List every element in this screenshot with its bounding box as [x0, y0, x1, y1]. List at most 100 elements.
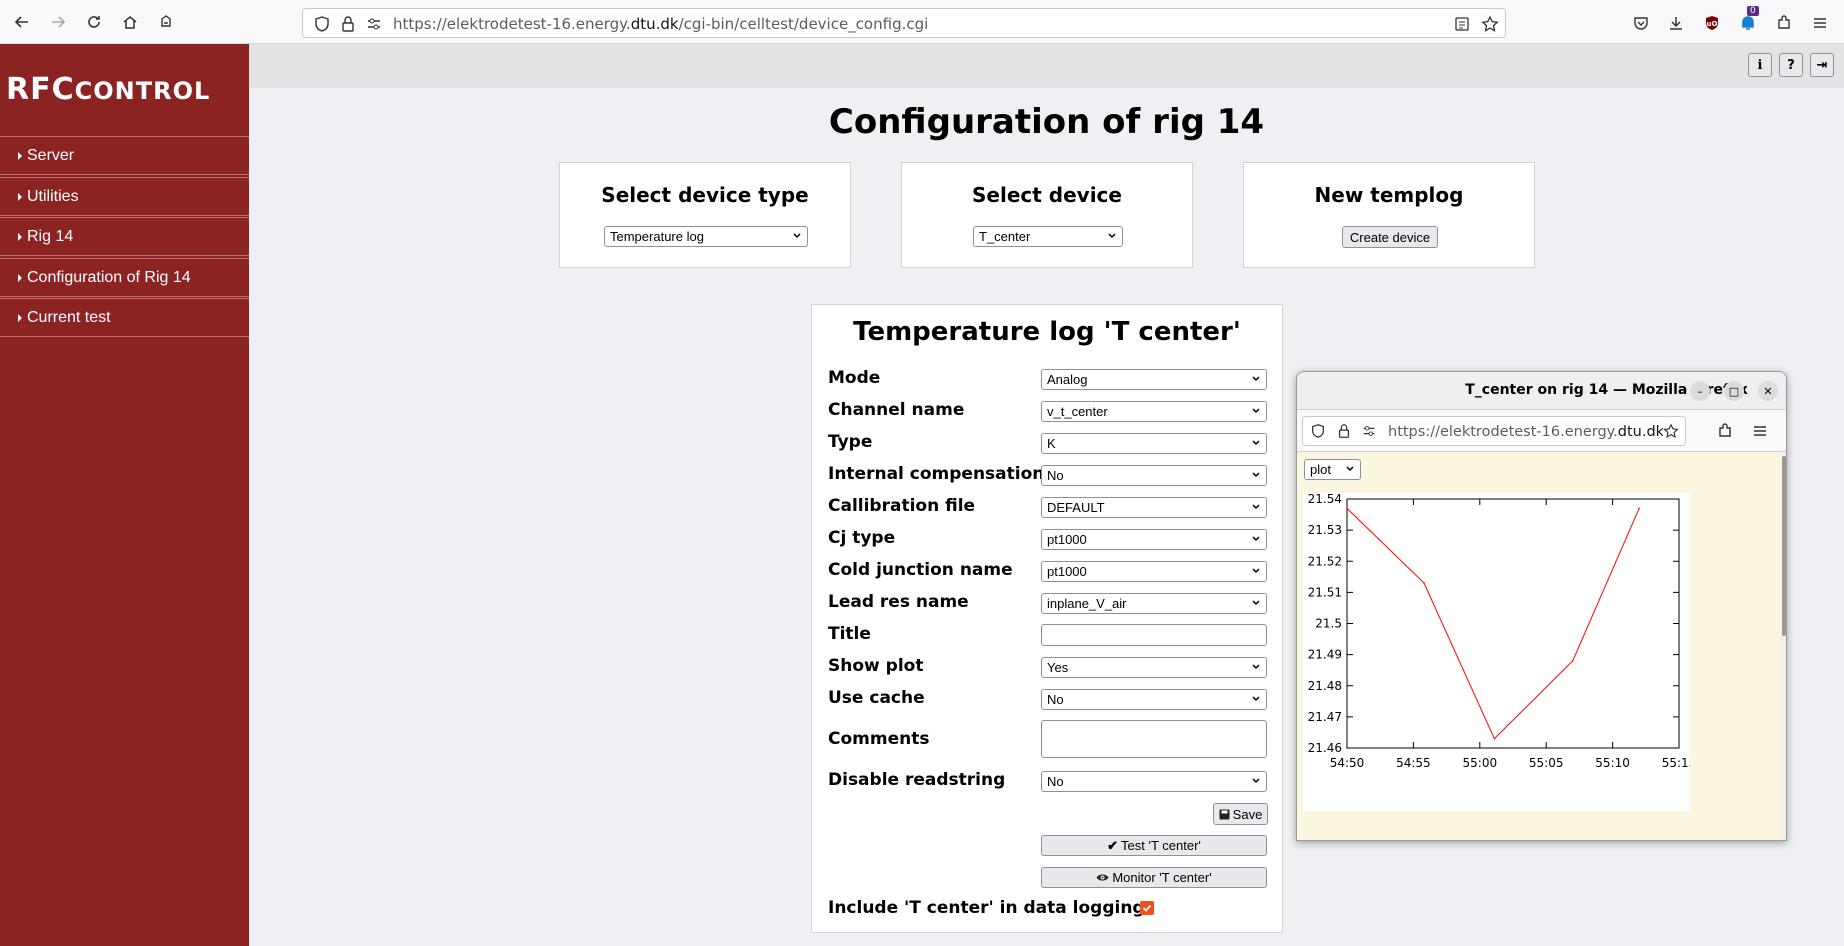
include-logging-checkbox[interactable] — [1140, 901, 1154, 915]
pocket-icon[interactable] — [1630, 12, 1652, 34]
sidebar-item-label: Current test — [27, 308, 111, 326]
bookmark-star-icon[interactable] — [1481, 15, 1499, 33]
url-path: /cgi-bin/celltest/device_config.cgi — [678, 15, 929, 33]
device-card: Select device T_center — [901, 162, 1193, 268]
sidebar-item-configuration[interactable]: Configuration of Rig 14 — [0, 258, 249, 297]
card-title: Select device type — [601, 183, 809, 207]
extensions-puzzle-icon[interactable] — [1773, 12, 1795, 34]
cold-junction-name-select[interactable]: pt1000 — [1041, 561, 1267, 582]
channel-name-select[interactable]: v_t_center — [1041, 401, 1267, 422]
x-tick-label: 55:15 — [1662, 756, 1690, 770]
maximize-icon[interactable]: □ — [1724, 381, 1744, 401]
use-cache-select[interactable]: No — [1041, 689, 1267, 710]
reload-icon[interactable] — [82, 10, 106, 34]
internal-compensation-label: Internal compensation — [828, 464, 1045, 484]
svg-text:uO: uO — [1707, 20, 1718, 28]
sidebar-item-rig[interactable]: Rig 14 — [0, 217, 249, 256]
show-plot-select[interactable]: Yes — [1041, 657, 1267, 678]
popup-url-text: https://elektrodetest-16.energy.dtu.dk/c — [1388, 424, 1677, 440]
view-select[interactable]: plot — [1304, 459, 1361, 480]
permissions-icon[interactable] — [1361, 423, 1377, 439]
select-value: No — [1047, 468, 1064, 483]
data-point — [1346, 507, 1348, 510]
device-select[interactable]: T_center — [973, 226, 1123, 247]
ublock-icon[interactable]: uO — [1701, 12, 1723, 34]
select-value: K — [1047, 436, 1056, 451]
select-value: DEFAULT — [1047, 500, 1105, 515]
rfc-control-logo[interactable]: RFCCONTROL — [6, 72, 210, 107]
menu-icon[interactable] — [1752, 423, 1768, 439]
help-button[interactable]: ? — [1779, 53, 1803, 77]
sidebar-item-current-test[interactable]: Current test — [0, 298, 249, 337]
card-title: Select device — [972, 183, 1122, 207]
y-tick-label: 21.52 — [1308, 554, 1342, 568]
menu-icon[interactable] — [1809, 12, 1831, 34]
notification-extension-icon[interactable]: 0 — [1737, 6, 1759, 34]
sidebar-item-server[interactable]: Server — [0, 136, 249, 175]
y-tick-label: 21.5 — [1315, 617, 1342, 631]
checkmark-icon — [1142, 904, 1152, 912]
temperature-chart: 21.54 21.53 21.52 21.51 21.5 21.49 21.48 21.47 2… — [1308, 492, 1697, 770]
minimize-icon[interactable]: – — [1690, 381, 1710, 401]
permissions-icon[interactable] — [365, 15, 383, 33]
x-tick-label: 55:05 — [1529, 756, 1564, 770]
include-logging-label: Include 'T center' in data logging: — [828, 898, 1152, 918]
url-text[interactable]: https://elektrodetest-16.energy.dtu.dk/c… — [393, 15, 928, 33]
mode-select[interactable]: Analog — [1041, 369, 1267, 390]
cj-type-select[interactable]: pt1000 — [1041, 529, 1267, 550]
chevron-down-icon — [1252, 536, 1260, 542]
chevron-down-icon — [1346, 466, 1354, 472]
comments-textarea[interactable] — [1041, 720, 1267, 758]
x-tick-label: 55:00 — [1463, 756, 1498, 770]
data-point — [1493, 737, 1496, 740]
forward-icon[interactable] — [46, 10, 70, 34]
downloads-icon[interactable] — [1665, 12, 1687, 34]
type-select[interactable]: K — [1041, 433, 1267, 454]
extensions-puzzle-icon[interactable] — [1717, 423, 1733, 439]
caret-right-icon — [18, 151, 22, 160]
y-tick-label: 21.49 — [1308, 648, 1342, 662]
x-tick-label: 54:55 — [1396, 756, 1431, 770]
calibration-file-select[interactable]: DEFAULT — [1041, 497, 1267, 518]
reader-view-icon[interactable] — [1453, 15, 1471, 33]
cj-type-label: Cj type — [828, 528, 896, 548]
test-button[interactable]: ✔ Test 'T center' — [1041, 835, 1267, 856]
shield-icon[interactable] — [1310, 423, 1326, 439]
logout-button[interactable]: ⇥ — [1810, 53, 1834, 77]
type-label: Type — [828, 432, 873, 452]
extension-icon[interactable] — [154, 10, 178, 34]
scrollbar[interactable] — [1781, 452, 1786, 840]
save-button[interactable]: Save — [1213, 803, 1268, 825]
disable-readstring-select[interactable]: No — [1041, 771, 1267, 792]
create-device-button[interactable]: Create device — [1342, 226, 1438, 248]
info-button[interactable]: i — [1748, 53, 1772, 77]
lock-icon[interactable] — [339, 15, 357, 33]
device-type-select[interactable]: Temperature log — [604, 226, 808, 247]
sidebar-item-utilities[interactable]: Utilities — [0, 177, 249, 216]
popup-titlebar[interactable]: T_center on rig 14 — Mozilla Firefox – □… — [1297, 372, 1786, 410]
logo-small-text: CONTROL — [74, 77, 211, 105]
title-input[interactable] — [1041, 624, 1267, 646]
page-title: Configuration of rig 14 — [828, 102, 1265, 142]
popup-url-domain: dtu.dk — [1617, 424, 1665, 440]
back-icon[interactable] — [10, 10, 34, 34]
y-tick-label: 21.47 — [1308, 710, 1342, 724]
address-bar[interactable]: https://elektrodetest-16.energy.dtu.dk/c… — [302, 8, 1506, 38]
popup-url-field[interactable]: https://elektrodetest-16.energy.dtu.dk/c — [1302, 416, 1686, 446]
home-icon[interactable] — [118, 10, 142, 34]
use-cache-label: Use cache — [828, 688, 925, 708]
close-icon[interactable]: ✕ — [1758, 381, 1778, 401]
chevron-down-icon — [1252, 696, 1260, 702]
bookmark-star-icon[interactable] — [1663, 423, 1679, 439]
internal-compensation-select[interactable]: No — [1041, 465, 1267, 486]
temperature-log-form: Temperature log 'T center' Mode Analog C… — [811, 304, 1283, 933]
channel-name-label: Channel name — [828, 400, 965, 420]
monitor-button[interactable]: Monitor 'T center' — [1041, 867, 1267, 888]
lead-res-name-select[interactable]: inplane_V_air — [1041, 593, 1267, 614]
scrollbar-thumb[interactable] — [1782, 456, 1786, 636]
help-icon: ? — [1787, 57, 1795, 73]
new-templog-card: New templog Create device — [1243, 162, 1535, 268]
shield-icon[interactable] — [313, 15, 331, 33]
lock-icon[interactable] — [1336, 423, 1352, 439]
disable-readstring-label: Disable readstring — [828, 770, 1006, 790]
